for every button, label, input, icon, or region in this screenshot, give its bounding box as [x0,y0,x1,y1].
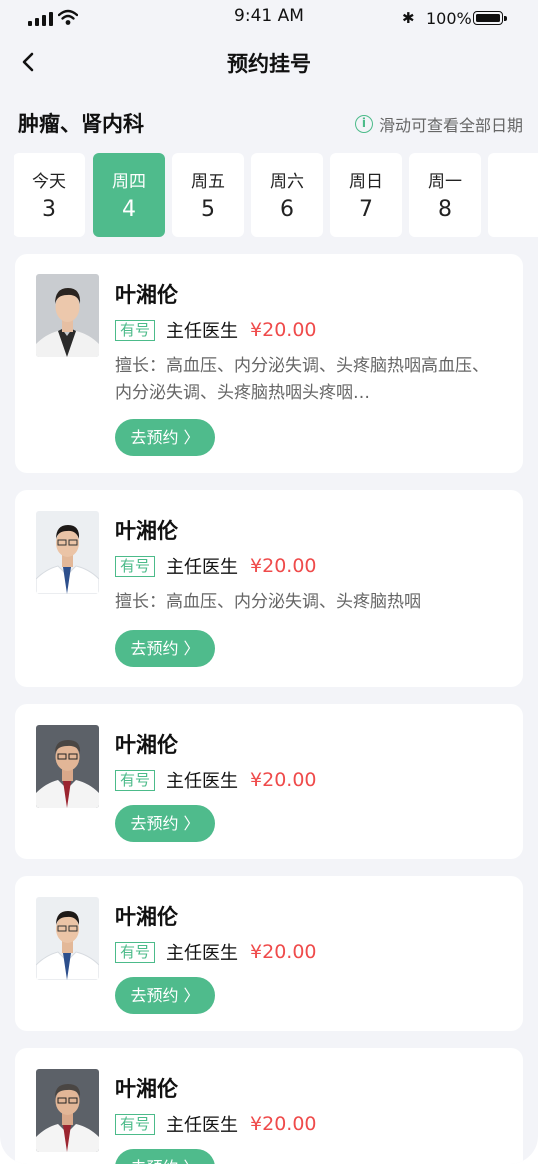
doctor-title: 主任医生 [166,943,239,964]
date-weekday: 周一 [428,172,462,192]
doctor-price: ¥20.00 [250,769,317,791]
book-button[interactable]: 去预约 〉 [115,977,215,1014]
doctor-card[interactable]: 叶湘伦 有号 主任医生 ¥20.00 擅长：高血压、内分泌失调、头疼脑热咽高血压… [15,254,523,473]
date-weekday: 周日 [349,172,383,192]
date-weekday: 周五 [191,172,225,192]
date-weekday: 周四 [112,172,146,192]
swipe-hint-text: 滑动可查看全部日期 [378,116,523,135]
doctor-title: 主任医生 [166,1115,239,1136]
date-day: 5 [201,197,215,222]
doctor-avatar [36,511,99,594]
doctor-name: 叶湘伦 [115,283,178,307]
availability-badge: 有号 [115,319,156,341]
phone-screen: 9:41 AM ✱ 100% 预约挂号 肿瘤、肾内科 i 滑动可查看全部日期 今… [0,0,538,1164]
date-day: 6 [280,197,294,222]
battery-icon [473,11,507,25]
date-tab-friday[interactable]: 周五 5 [172,153,244,237]
doctor-title: 主任医生 [166,771,239,792]
date-tab-sunday[interactable]: 周日 7 [330,153,402,237]
book-button[interactable]: 去预约 〉 [115,805,215,842]
date-day: 7 [359,197,373,222]
book-button[interactable]: 去预约 〉 [115,419,215,456]
doctor-name: 叶湘伦 [115,1077,178,1101]
availability-badge: 有号 [115,1113,156,1135]
doctor-title: 主任医生 [166,321,239,342]
doctor-card[interactable]: 叶湘伦 有号 主任医生 ¥20.00 去预约 〉 [15,1048,523,1164]
date-tab-monday[interactable]: 周一 8 [409,153,481,237]
doctor-meta: 有号 主任医生 ¥20.00 [115,317,317,343]
availability-badge: 有号 [115,555,156,577]
book-button[interactable]: 去预约 〉 [115,1149,215,1164]
doctor-price: ¥20.00 [250,555,317,577]
department-title: 肿瘤、肾内科 [18,112,144,136]
doctor-title: 主任医生 [166,557,239,578]
doctor-expertise: 擅长：高血压、内分泌失调、头疼脑热咽 [115,592,421,612]
swipe-hint: i 滑动可查看全部日期 [354,112,523,136]
date-selector[interactable]: 今天 3 周四 4 周五 5 周六 6 周日 7 周一 8 [14,153,538,239]
doctor-meta: 有号 主任医生 ¥20.00 [115,1111,317,1137]
bluetooth-icon: ✱ [402,9,415,27]
battery-percent: 100% [426,9,472,28]
date-day: 4 [122,197,136,222]
doctor-card[interactable]: 叶湘伦 有号 主任医生 ¥20.00 擅长：高血压、内分泌失调、头疼脑热咽 去预… [15,490,523,687]
date-weekday: 周六 [270,172,304,192]
doctor-avatar [36,1069,99,1152]
nav-bar: 预约挂号 [0,40,538,84]
doctor-meta: 有号 主任医生 ¥20.00 [115,767,317,793]
doctor-name: 叶湘伦 [115,733,178,757]
doctor-card[interactable]: 叶湘伦 有号 主任医生 ¥20.00 去预约 〉 [15,704,523,859]
doctor-meta: 有号 主任医生 ¥20.00 [115,553,317,579]
doctor-expertise: 擅长：高血压、内分泌失调、头疼脑热咽高血压、内分泌失调、头疼脑热咽头疼咽… [115,356,489,403]
doctor-price: ¥20.00 [250,941,317,963]
doctor-name: 叶湘伦 [115,905,178,929]
doctor-price: ¥20.00 [250,1113,317,1135]
date-weekday: 今天 [32,172,66,192]
page-title: 预约挂号 [227,52,311,76]
doctor-avatar [36,725,99,808]
date-day: 3 [42,197,56,222]
date-tab-today[interactable]: 今天 3 [14,153,85,237]
book-button[interactable]: 去预约 〉 [115,630,215,667]
availability-badge: 有号 [115,769,156,791]
date-day: 8 [438,197,452,222]
doctor-avatar [36,897,99,980]
doctor-name: 叶湘伦 [115,519,178,543]
doctor-price: ¥20.00 [250,319,317,341]
date-tab-next[interactable] [488,153,538,237]
date-tab-thursday[interactable]: 周四 4 [93,153,165,237]
doctor-card[interactable]: 叶湘伦 有号 主任医生 ¥20.00 去预约 〉 [15,876,523,1031]
info-icon: i [354,115,373,133]
doctor-meta: 有号 主任医生 ¥20.00 [115,939,317,965]
doctor-avatar [36,274,99,357]
availability-badge: 有号 [115,941,156,963]
status-bar: 9:41 AM ✱ 100% [0,0,538,36]
date-tab-saturday[interactable]: 周六 6 [251,153,323,237]
